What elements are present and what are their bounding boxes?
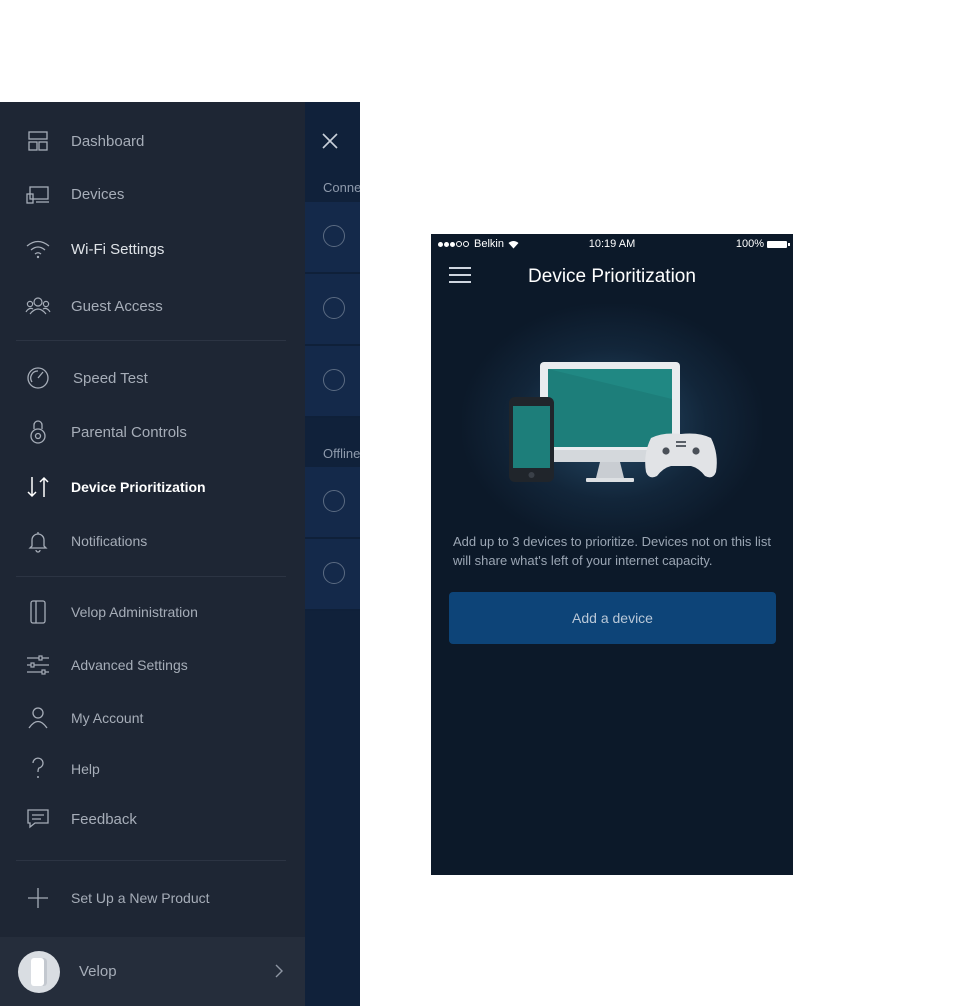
devices-icon: [24, 180, 52, 208]
device-circle-icon: [323, 562, 345, 584]
list-item[interactable]: [305, 346, 360, 418]
menu-divider: [16, 860, 286, 861]
menu-item-wifi-settings[interactable]: Wi-Fi Settings: [0, 229, 305, 269]
list-item[interactable]: [305, 467, 360, 539]
menu-divider: [16, 576, 286, 577]
menu-item-label: Parental Controls: [71, 423, 187, 441]
menu-item-label: Notifications: [71, 533, 148, 549]
menu-item-advanced-settings[interactable]: Advanced Settings: [0, 645, 305, 685]
velop-node-icon: [24, 598, 52, 626]
add-device-button[interactable]: Add a device: [449, 592, 776, 644]
chevron-right-icon: [275, 964, 283, 978]
menu-item-parental-controls[interactable]: Parental Controls: [0, 412, 305, 452]
menu-item-feedback[interactable]: Feedback: [0, 799, 305, 839]
battery-indicator: 100%: [735, 238, 790, 250]
device-prioritization-screen: Belkin 10:19 AM 100% Device Prioritizati…: [431, 234, 793, 875]
menu-item-label: Velop Administration: [71, 604, 198, 620]
menu-item-device-prioritization[interactable]: Device Prioritization: [0, 467, 305, 507]
status-bar: Belkin 10:19 AM 100%: [431, 234, 793, 254]
menu-item-label: Dashboard: [71, 132, 145, 150]
question-icon: [24, 755, 52, 783]
avatar: [18, 951, 60, 993]
prioritization-arrows-icon: [24, 473, 52, 501]
wifi-icon: [24, 235, 52, 263]
sidebar: Dashboard Devices Wi-Fi Settings Guest A…: [0, 102, 305, 1006]
devices-illustration: [509, 362, 717, 482]
menu-divider: [16, 340, 286, 341]
close-icon[interactable]: [321, 132, 339, 150]
menu-item-label: My Account: [71, 710, 144, 726]
feedback-icon: [24, 805, 52, 833]
user-icon: [24, 704, 52, 732]
menu-item-velop-administration[interactable]: Velop Administration: [0, 592, 305, 632]
bell-icon: [24, 527, 52, 555]
menu-item-label: Feedback: [71, 810, 137, 828]
background-device-list: Conne Offline: [305, 102, 360, 1006]
plus-icon: [24, 884, 52, 912]
page-title: Device Prioritization: [528, 266, 696, 287]
account-row[interactable]: Velop: [0, 937, 305, 1006]
device-circle-icon: [323, 369, 345, 391]
menu-item-my-account[interactable]: My Account: [0, 698, 305, 738]
navigation-menu-screenshot: Conne Offline Dashboard Devices Wi-Fi Se…: [0, 102, 360, 1006]
menu-item-help[interactable]: Help: [0, 749, 305, 789]
menu-item-label: Advanced Settings: [71, 657, 188, 673]
list-item[interactable]: [305, 274, 360, 346]
menu-item-notifications[interactable]: Notifications: [0, 521, 305, 561]
list-item[interactable]: [305, 202, 360, 274]
dashboard-icon: [24, 127, 52, 155]
menu-item-speed-test[interactable]: Speed Test: [0, 358, 305, 398]
connected-section-label: Conne: [323, 180, 360, 195]
menu-item-label: Guest Access: [71, 297, 163, 315]
speedometer-icon: [24, 364, 52, 392]
menu-item-label: Help: [71, 761, 100, 777]
prioritization-description: Add up to 3 devices to prioritize. Devic…: [453, 534, 771, 568]
device-circle-icon: [323, 297, 345, 319]
menu-item-label: Wi-Fi Settings: [71, 240, 165, 258]
menu-item-dashboard[interactable]: Dashboard: [0, 121, 305, 161]
menu-item-label: Speed Test: [73, 369, 148, 387]
guest-access-icon: [24, 292, 52, 320]
sliders-icon: [24, 651, 52, 679]
list-item[interactable]: [305, 539, 360, 611]
menu-item-label: Device Prioritization: [71, 479, 206, 495]
menu-item-label: Set Up a New Product: [71, 890, 210, 906]
menu-item-devices[interactable]: Devices: [0, 174, 305, 214]
menu-item-label: Devices: [71, 185, 125, 203]
battery-percent: 100%: [735, 238, 764, 250]
battery-icon: [767, 240, 790, 248]
device-circle-icon: [323, 490, 345, 512]
offline-section-label: Offline: [323, 446, 360, 461]
device-circle-icon: [323, 225, 345, 247]
parental-controls-icon: [24, 418, 52, 446]
velop-node-image: [31, 958, 47, 986]
menu-item-guest-access[interactable]: Guest Access: [0, 286, 305, 326]
account-label: Velop: [79, 963, 117, 980]
menu-item-set-up-new-product[interactable]: Set Up a New Product: [0, 878, 305, 918]
